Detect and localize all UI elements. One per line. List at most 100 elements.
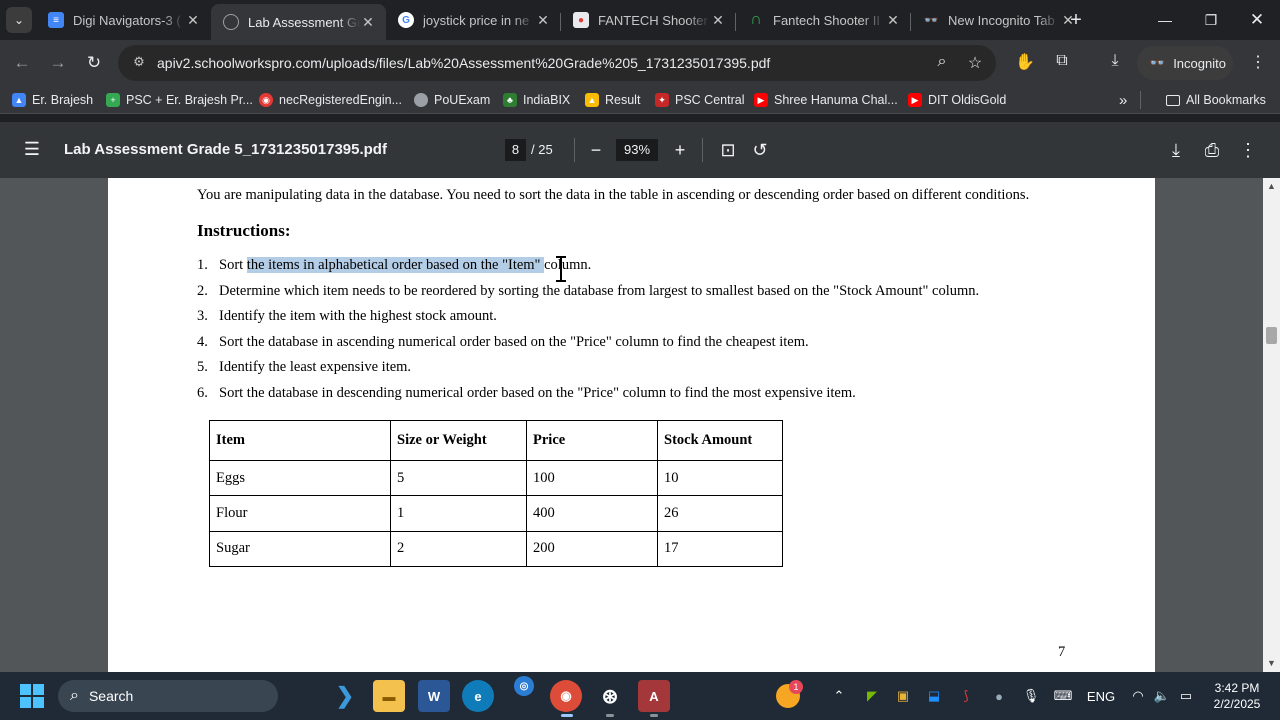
vertical-scrollbar[interactable]: ▲ ▼: [1263, 178, 1280, 672]
bookmark-item[interactable]: ◉ necRegisteredEngin...: [259, 91, 402, 109]
volume-icon[interactable]: 🔈: [1153, 686, 1171, 706]
search-icon: ⌕: [70, 687, 79, 704]
bookmark-item[interactable]: ▲ Result: [585, 91, 640, 109]
tray-app-icon[interactable]: ⬓: [925, 686, 943, 706]
zoom-in-icon[interactable]: +: [668, 138, 692, 162]
download-icon[interactable]: ⤓: [1104, 52, 1126, 74]
step-number: 1.: [197, 257, 208, 273]
close-tab-icon[interactable]: ✕: [535, 12, 551, 29]
step-text: Sort the database in descending numerica…: [219, 384, 856, 401]
step-number: 5.: [197, 359, 208, 376]
bookmark-item[interactable]: PoUExam: [414, 91, 490, 109]
microphone-icon[interactable]: 🎙: [1022, 686, 1040, 706]
keyboard-icon[interactable]: ⌨: [1053, 686, 1073, 706]
tab-search-chevron-icon[interactable]: ⌄: [6, 7, 32, 33]
table-header: Price: [526, 420, 658, 461]
bookmark-item[interactable]: ▲ Er. Brajesh: [12, 91, 93, 109]
list-item: 3. Identify the item with the highest sto…: [197, 308, 1097, 334]
scroll-down-arrow-icon[interactable]: ▼: [1267, 658, 1276, 668]
zoom-search-icon[interactable]: ⌕: [932, 53, 952, 73]
tray-app-icon[interactable]: ⟆: [956, 686, 976, 706]
file-explorer-icon[interactable]: ▬: [373, 680, 405, 712]
forward-icon[interactable]: →: [46, 51, 70, 75]
fit-page-icon[interactable]: ⊡: [716, 138, 740, 162]
edge-icon[interactable]: e: [462, 680, 494, 712]
tab-fantech-shooter-ii[interactable]: ∩ Fantech Shooter II ✕: [736, 4, 911, 36]
youtube-icon: ▶: [908, 93, 922, 107]
access-icon[interactable]: A: [638, 680, 670, 712]
tab-joystick-price[interactable]: G joystick price in ne ✕: [386, 4, 561, 36]
close-tab-icon[interactable]: ✕: [360, 14, 376, 31]
bookmark-item[interactable]: ▶ Shree Hanuma Chal...: [754, 91, 898, 109]
zoom-input[interactable]: 93%: [616, 139, 658, 161]
word-icon[interactable]: W: [418, 680, 450, 712]
step-text: column.: [544, 257, 592, 273]
address-bar[interactable]: ⚙ apiv2.schoolworkspro.com/uploads/files…: [118, 45, 996, 81]
pdf-viewer[interactable]: You are manipulating data in the databas…: [0, 178, 1280, 672]
zoom-out-icon[interactable]: −: [584, 138, 608, 162]
language-indicator[interactable]: ENG: [1086, 686, 1116, 706]
taskbar-search[interactable]: ⌕ Search: [58, 680, 278, 712]
bookmark-item[interactable]: ✦ PSC Central: [655, 91, 744, 109]
table-cell: Sugar: [209, 530, 391, 567]
page-number-input[interactable]: 8: [505, 139, 526, 161]
incognito-icon: 👓: [923, 13, 939, 27]
rotate-icon[interactable]: ↺: [748, 138, 772, 162]
wifi-icon[interactable]: ◠: [1129, 686, 1147, 706]
all-bookmarks[interactable]: All Bookmarks: [1166, 91, 1266, 109]
bookmark-label: Result: [605, 93, 641, 107]
scroll-thumb[interactable]: [1266, 327, 1277, 344]
print-icon[interactable]: ⎙: [1200, 138, 1224, 162]
copilot-icon[interactable]: ◎: [514, 676, 534, 696]
bookmark-label: PSC Central: [675, 93, 745, 107]
tab-lab-assessment[interactable]: Lab Assessment Gr ✕: [211, 4, 386, 40]
site-info-icon[interactable]: ⚙: [130, 54, 148, 72]
close-tab-icon[interactable]: ✕: [185, 12, 201, 29]
pdf-more-icon[interactable]: ⋮: [1236, 138, 1260, 162]
clock[interactable]: 3:42 PM 2/2/2025: [1205, 680, 1269, 712]
vscode-icon[interactable]: ❯: [329, 680, 361, 712]
bookmark-label: Shree Hanuma Chal...: [774, 93, 898, 107]
menu-kebab-icon[interactable]: ⋮: [1247, 52, 1269, 74]
chrome-incognito-icon[interactable]: ⊛: [594, 680, 626, 712]
tab-new-incognito[interactable]: 👓 New Incognito Tab ✕: [911, 4, 1086, 36]
reload-icon[interactable]: ↻: [82, 51, 106, 75]
windows-start-icon[interactable]: [20, 684, 44, 708]
minimize-icon[interactable]: —: [1142, 0, 1188, 40]
bookmark-item[interactable]: ♣ IndiaBIX: [503, 91, 570, 109]
bookmark-item[interactable]: ▶ DIT OldisGold: [908, 91, 1006, 109]
close-tab-icon[interactable]: ✕: [885, 12, 901, 29]
chrome-icon[interactable]: ◉: [550, 680, 582, 712]
incognito-profile-button[interactable]: 👓 Incognito: [1137, 46, 1233, 80]
extensions-puzzle-icon[interactable]: ⧉: [1051, 52, 1073, 74]
scroll-up-arrow-icon[interactable]: ▲: [1267, 181, 1276, 191]
bookmark-label: Er. Brajesh: [32, 93, 94, 107]
restore-icon[interactable]: ❐: [1188, 0, 1234, 40]
nvidia-icon[interactable]: ◤: [863, 686, 881, 706]
pdf-download-icon[interactable]: ⤓: [1164, 138, 1188, 162]
bookmark-star-icon[interactable]: ☆: [965, 53, 985, 73]
new-tab-icon[interactable]: +: [1066, 10, 1086, 30]
app-indicator: [606, 714, 614, 717]
back-icon[interactable]: ←: [10, 51, 34, 75]
tray-app-icon[interactable]: ▣: [894, 686, 912, 706]
pdf-page[interactable]: You are manipulating data in the databas…: [108, 178, 1155, 672]
show-hidden-icons-chevron-icon[interactable]: ⌃: [831, 686, 847, 706]
drive-icon: ▲: [12, 93, 26, 107]
tab-digi-navigators[interactable]: ≡ Digi Navigators-3 ( ✕: [36, 4, 211, 36]
table-cell: 26: [657, 495, 783, 532]
extension-hand-icon[interactable]: ✋: [1014, 52, 1036, 74]
close-window-icon[interactable]: ✕: [1234, 0, 1280, 40]
globe-icon: [223, 14, 239, 30]
sheets-icon: +: [106, 93, 120, 107]
url-text[interactable]: apiv2.schoolworkspro.com/uploads/files/L…: [157, 55, 770, 71]
clock-date: 2/2/2025: [1213, 697, 1261, 711]
bookmark-item[interactable]: + PSC + Er. Brajesh Pr...: [106, 91, 253, 109]
sidebar-menu-icon[interactable]: ☰: [22, 140, 42, 160]
more-bookmarks-chevron-icon[interactable]: »: [1119, 91, 1127, 109]
battery-icon[interactable]: ▭: [1177, 686, 1195, 706]
close-tab-icon[interactable]: ✕: [710, 12, 726, 29]
tab-fantech-shooter[interactable]: ● FANTECH Shooter ✕: [561, 4, 736, 36]
tab-title: Fantech Shooter II: [773, 12, 880, 28]
tray-app-icon[interactable]: ●: [990, 686, 1008, 706]
